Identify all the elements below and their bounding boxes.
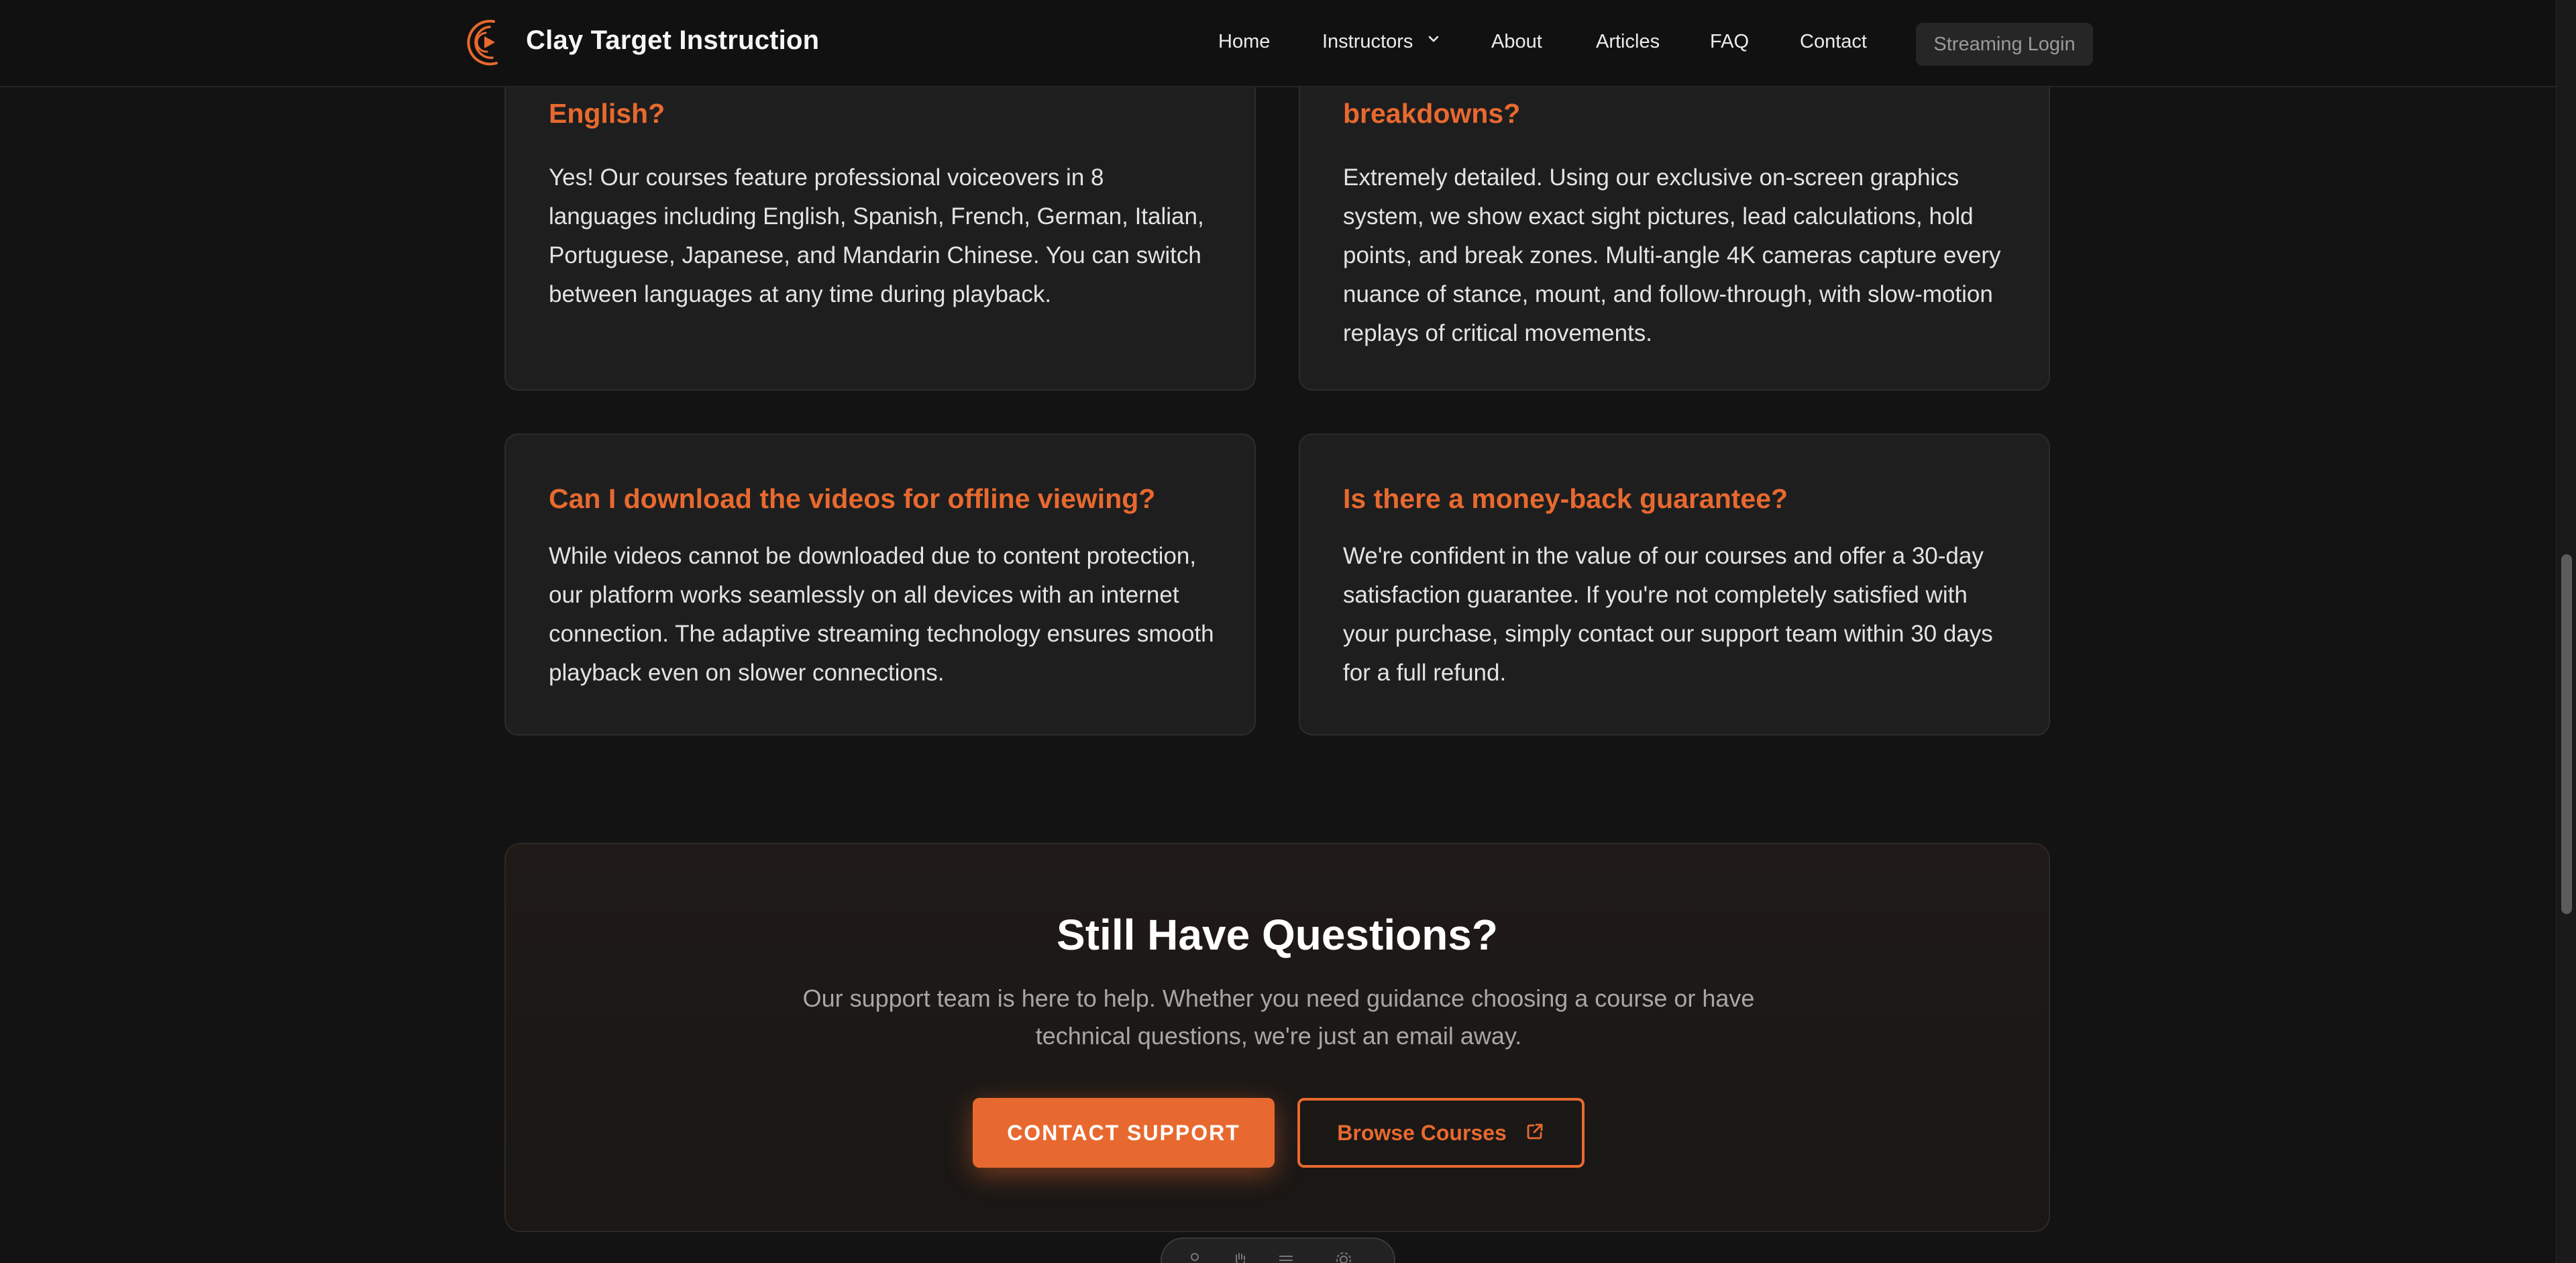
floating-toolbar[interactable] (1161, 1237, 1395, 1263)
faq-question: Can I download the videos for offline vi… (549, 483, 1156, 514)
page-scrollbar[interactable] (2556, 0, 2576, 1263)
page: Clay Target Instruction Home Instructors… (0, 0, 2576, 1263)
nav-contact[interactable]: Contact (1800, 31, 1867, 53)
faq-card: Is there a money-back guarantee? We're c… (1299, 434, 2050, 736)
faq-answer: Yes! Our courses feature professional vo… (549, 164, 1204, 307)
browse-courses-label: Browse Courses (1337, 1121, 1507, 1145)
hand-icon[interactable] (1232, 1251, 1249, 1263)
site-header: Clay Target Instruction Home Instructors… (0, 0, 2556, 87)
faq-answer: While videos cannot be downloaded due to… (549, 543, 1214, 686)
cta-description: Our support team is here to help. Whethe… (802, 984, 1755, 1050)
person-icon[interactable] (1186, 1251, 1203, 1263)
nav-instructors[interactable]: Instructors (1322, 31, 1441, 53)
menu-lines-icon[interactable] (1277, 1251, 1295, 1263)
faq-answer: Extremely detailed. Using our exclusive … (1343, 164, 2001, 346)
browse-courses-button[interactable]: Browse Courses (1297, 1098, 1585, 1168)
scrollbar-thumb[interactable] (2561, 554, 2572, 914)
faq-question: Is there a money-back guarantee? (1343, 483, 1788, 514)
faq-card: Can I download the videos for offline vi… (504, 434, 1256, 736)
faq-question: breakdowns? (1343, 98, 1521, 129)
streaming-login-button[interactable]: Streaming Login (1916, 23, 2093, 66)
faq-answer: We're confident in the value of our cour… (1343, 543, 1993, 686)
nav-faq[interactable]: FAQ (1710, 31, 1749, 53)
gear-icon[interactable] (1335, 1251, 1352, 1263)
cta-title: Still Have Questions? (1057, 911, 1498, 959)
faq-question: English? (549, 98, 665, 129)
external-link-icon (1527, 1123, 1543, 1140)
nav-home[interactable]: Home (1218, 31, 1270, 53)
main-nav: Home Instructors About Articles FAQ Cont… (0, 0, 2556, 87)
nav-articles[interactable]: Articles (1596, 31, 1660, 53)
nav-instructors-label: Instructors (1322, 31, 1413, 52)
contact-cta: Still Have Questions? Our support team i… (504, 843, 2050, 1232)
contact-support-button[interactable]: CONTACT SUPPORT (973, 1098, 1275, 1168)
nav-about[interactable]: About (1491, 31, 1542, 53)
chevron-down-icon (1429, 36, 1439, 42)
